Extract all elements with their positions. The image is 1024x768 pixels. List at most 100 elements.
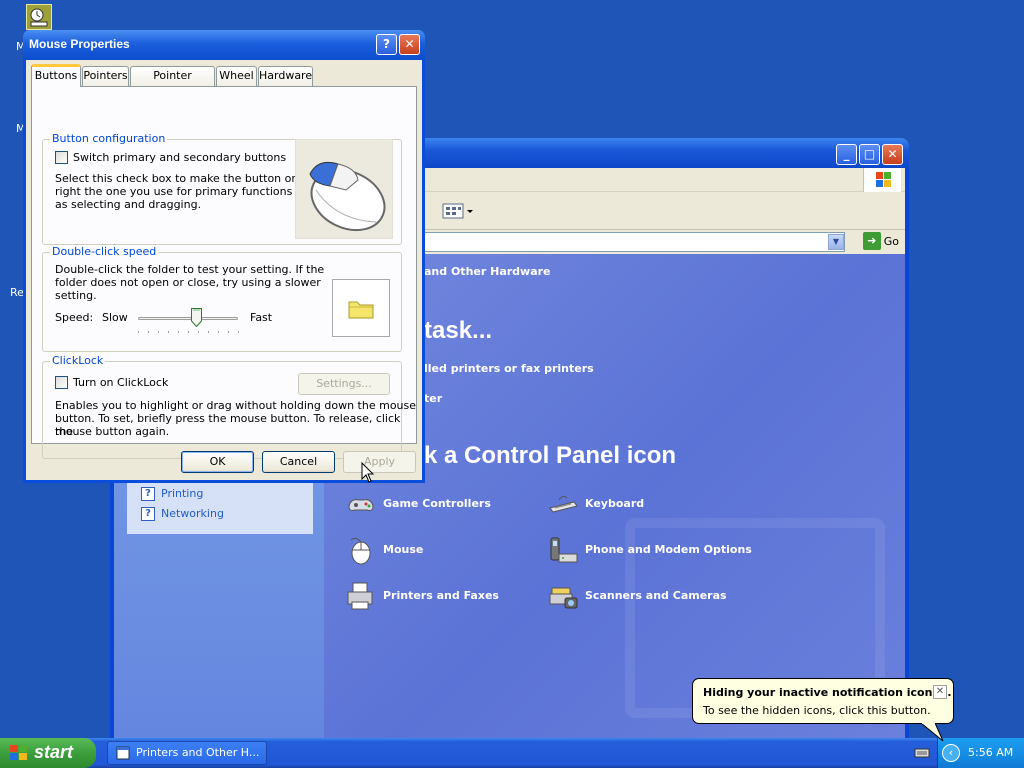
group-legend: Button configuration — [50, 132, 168, 145]
slider-tick — [228, 331, 229, 333]
mouse-icon — [309, 161, 386, 232]
keyboard-tray-icon[interactable] — [914, 747, 930, 759]
dialog-close-button[interactable]: ✕ — [399, 34, 420, 55]
slider-tick — [168, 331, 169, 333]
see-also-label: Networking — [161, 507, 224, 520]
task-link[interactable]: lled printers or fax printers — [424, 362, 594, 375]
go-arrow-icon: ➜ — [862, 232, 881, 250]
cp-icon-phone-modem[interactable]: Phone and Modem Options — [547, 534, 767, 566]
cp-icon-label: Printers and Faxes — [383, 589, 499, 602]
description-line: Double-click the folder to test your set… — [55, 263, 325, 276]
speed-slider-track[interactable] — [138, 317, 238, 320]
balloon-title: Hiding your inactive notification icons.… — [703, 686, 952, 699]
speed-slider-thumb[interactable] — [191, 308, 202, 328]
pick-icon-heading: k a Control Panel icon — [424, 442, 677, 469]
show-hidden-icons-button[interactable]: ‹ — [942, 744, 960, 762]
slider-tick — [198, 331, 199, 333]
desktop-icon-label: Re — [10, 286, 24, 299]
close-icon: ✕ — [404, 37, 415, 51]
clicklock-settings-button[interactable]: Settings... — [298, 373, 390, 395]
cp-icon-label: Game Controllers — [383, 497, 491, 510]
ok-button[interactable]: OK — [181, 451, 254, 473]
minimize-button[interactable]: _ — [836, 144, 857, 165]
description-line: Select this check box to make the button… — [55, 172, 320, 185]
taskbar-button-printers[interactable]: Printers and Other H... — [107, 741, 267, 765]
taskbar: start Printers and Other H... ‹ 5:56 AM — [0, 738, 1024, 768]
group-legend: ClickLock — [50, 354, 106, 367]
system-tray: ‹ 5:56 AM — [937, 738, 1024, 768]
group-legend: Double-click speed — [50, 245, 159, 258]
maximize-icon: □ — [863, 147, 876, 161]
cp-icon-scanners-cameras[interactable]: Scanners and Cameras — [547, 580, 767, 612]
clicklock-checkbox[interactable] — [55, 376, 68, 389]
checkbox-label: Switch primary and secondary buttons — [73, 151, 287, 164]
close-icon: ✕ — [935, 686, 945, 697]
task-link[interactable]: ter — [424, 392, 442, 405]
tab-buttons[interactable]: Buttons — [31, 64, 81, 87]
tab-hardware[interactable]: Hardware — [258, 66, 313, 86]
game-controller-icon — [348, 499, 374, 511]
help-button[interactable]: ? — [376, 34, 397, 55]
question-mark-icon: ? — [383, 37, 390, 51]
slider-tick — [208, 331, 209, 333]
description-line: setting. — [55, 289, 97, 302]
slider-tick — [178, 331, 179, 333]
description-line: right the one you use for primary functi… — [55, 185, 322, 198]
cp-icon-label: Keyboard — [585, 497, 645, 510]
mouse-properties-dialog: Mouse Properties ? ✕ Buttons Pointers Po… — [23, 30, 425, 483]
speed-label: Speed: — [55, 311, 94, 324]
tab-wheel[interactable]: Wheel — [216, 66, 257, 86]
scanner-icon — [549, 587, 578, 609]
go-button[interactable]: ➜ Go — [862, 232, 899, 252]
address-dropdown-button[interactable]: ▼ — [828, 234, 844, 250]
slider-tick — [158, 331, 159, 333]
balloon-close-button[interactable]: ✕ — [933, 685, 947, 699]
slider-tick — [218, 331, 219, 333]
slider-tick — [238, 331, 239, 333]
description-line: mouse button again. — [55, 425, 170, 438]
taskbar-button-label: Printers and Other H... — [136, 746, 260, 759]
apply-button[interactable]: Apply — [343, 451, 416, 473]
see-also-networking-link[interactable]: ? Networking — [141, 507, 224, 525]
minimize-icon: _ — [843, 147, 850, 161]
mouse-illustration — [295, 139, 393, 239]
balloon-text: To see the hidden icons, click this butt… — [703, 704, 931, 717]
tab-pointers[interactable]: Pointers — [82, 66, 129, 86]
description-line: folder does not open or close, try using… — [55, 276, 321, 289]
dialog-titlebar[interactable]: Mouse Properties ? ✕ — [23, 30, 425, 60]
see-also-printing-link[interactable]: ? Printing — [141, 487, 203, 505]
close-button[interactable]: ✕ — [882, 144, 903, 165]
phone-modem-icon — [550, 537, 578, 563]
cp-icon-mouse[interactable]: Mouse — [345, 534, 535, 566]
start-label: start — [34, 742, 74, 762]
close-icon: ✕ — [887, 147, 898, 161]
cp-icon-game-controllers[interactable]: Game Controllers — [345, 488, 535, 520]
maximize-button[interactable]: □ — [859, 144, 880, 165]
fast-label: Fast — [250, 311, 273, 324]
start-button[interactable]: start — [0, 738, 96, 768]
windows-logo-icon — [863, 168, 901, 192]
switch-buttons-checkbox[interactable] — [55, 151, 68, 164]
slider-tick — [138, 331, 139, 333]
clock: 5:56 AM — [968, 746, 1014, 759]
category-header: and Other Hardware — [424, 265, 551, 278]
chevron-down-icon: ▼ — [832, 237, 840, 246]
notification-balloon: Hiding your inactive notification icons.… — [692, 678, 954, 742]
windows-flag-icon — [10, 745, 27, 760]
buttons-tab-panel: Button configuration Switch primary and … — [31, 86, 417, 459]
checkbox-label: Turn on ClickLock — [73, 376, 169, 389]
test-folder-area[interactable] — [332, 279, 390, 337]
chevron-left-icon: ‹ — [948, 746, 954, 759]
balloon-pointer — [921, 723, 944, 742]
tab-pointer-options[interactable]: Pointer Options — [130, 66, 215, 100]
views-icon — [442, 203, 473, 219]
see-also-box: ? Printing ? Networking — [127, 482, 313, 534]
cp-icon-printers-faxes[interactable]: Printers and Faxes — [345, 580, 535, 612]
cancel-button[interactable]: Cancel — [262, 451, 335, 473]
go-label: Go — [883, 234, 899, 248]
mouse-cursor-icon — [361, 462, 375, 483]
printer-icon — [347, 582, 373, 610]
views-button[interactable] — [440, 200, 476, 222]
cp-icon-keyboard[interactable]: Keyboard — [547, 488, 737, 520]
desktop-icon-scheduled[interactable] — [26, 4, 52, 30]
